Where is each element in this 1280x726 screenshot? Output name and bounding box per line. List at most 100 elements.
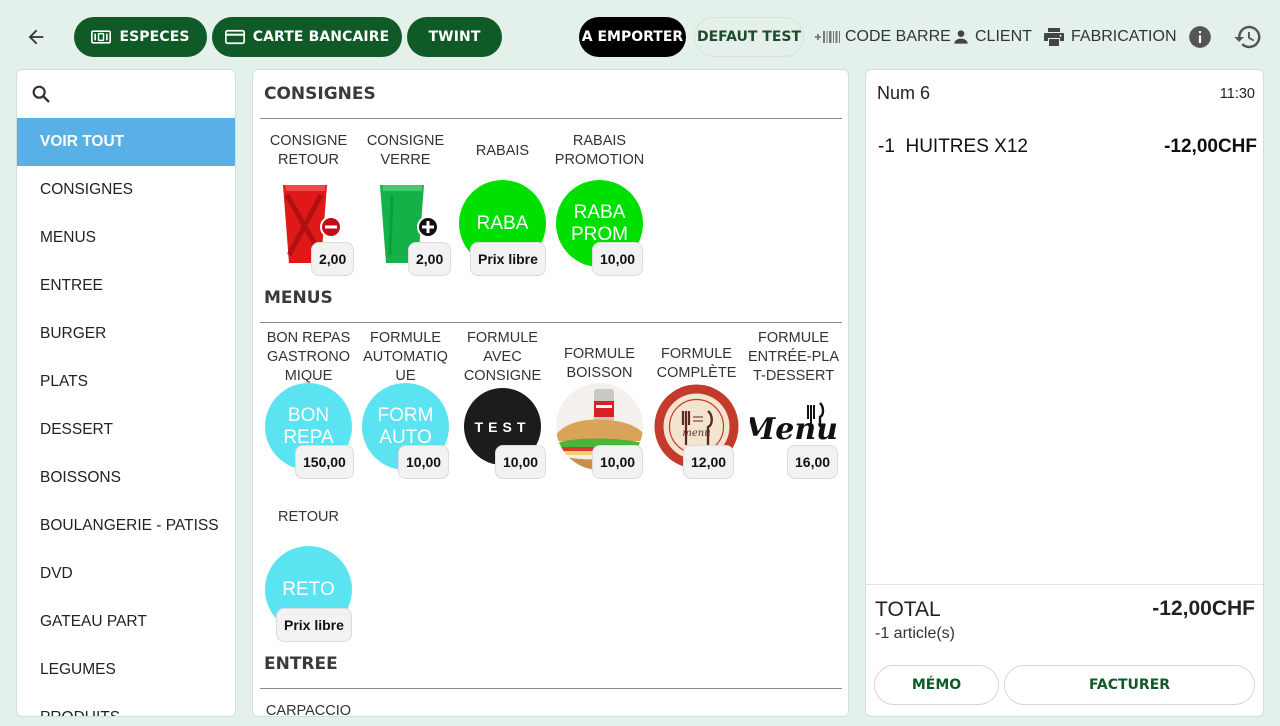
product-name: RABAIS PROMOTION — [554, 133, 645, 168]
memo-button[interactable]: MÉMO — [874, 665, 999, 705]
barcode-label: CODE BARRE — [845, 28, 951, 45]
cash-icon — [91, 30, 112, 44]
product-name: CONSIGNE RETOUR — [269, 133, 348, 168]
history-icon — [1234, 25, 1261, 49]
category-list: VOIR TOUT CONSIGNES MENUS ENTREE BURGER … — [17, 118, 235, 716]
product-name: RETOUR — [278, 509, 339, 525]
product-tile-retour[interactable]: RETOUR RETO Prix libre — [260, 508, 357, 644]
card-payment-label: CARTE BANCAIRE — [252, 29, 390, 45]
section-divider — [260, 118, 842, 119]
barcode-button[interactable]: CODE BARRE — [815, 22, 951, 52]
search-icon — [32, 85, 50, 103]
category-item-gateau-part[interactable]: GATEAU PART — [17, 598, 235, 646]
product-name: FORMULE AUTOMATIQ UE — [363, 330, 448, 384]
product-tile-formule-avec-consigne[interactable]: FORMULE AVEC CONSIGNE TEST 10,00 — [454, 329, 551, 484]
product-tile-consigne-verre[interactable]: CONSIGNE VERRE 2,00 — [357, 132, 454, 282]
ticket-line[interactable]: -1 HUITRES X12 -12,00CHF — [878, 136, 1257, 158]
ticket-line-amount: -12,00CHF — [1164, 136, 1257, 157]
ticket-line-left: -1 HUITRES X12 — [878, 136, 1028, 158]
arrow-back-icon — [28, 29, 44, 45]
card-payment-button[interactable]: CARTE BANCAIRE — [212, 17, 402, 57]
category-item-dvd[interactable]: DVD — [17, 550, 235, 598]
product-tile-formule-entree-plat-dessert[interactable]: FORMULE ENTRÉE-PLA T-DESSERT Menu 16,00 — [745, 329, 842, 484]
cash-payment-button[interactable]: ESPECES — [74, 17, 207, 57]
fabrication-label: FABRICATION — [1071, 28, 1177, 45]
takeaway-mode-button[interactable]: A EMPORTER — [579, 17, 686, 57]
twint-payment-button[interactable]: TWINT — [407, 17, 502, 57]
category-item-boulangerie[interactable]: BOULANGERIE - PATISS — [17, 502, 235, 550]
back-button[interactable] — [18, 19, 54, 55]
info-icon — [1189, 26, 1211, 48]
product-price: 12,00 — [683, 445, 735, 479]
product-price: Prix libre — [276, 608, 352, 642]
product-tile-bon-repas[interactable]: BON REPAS GASTRONO MIQUE BON REPA 150,00 — [260, 329, 357, 484]
section-divider — [260, 688, 842, 689]
product-name: FORMULE AVEC CONSIGNE — [463, 330, 542, 384]
total-label: TOTAL — [875, 598, 941, 621]
top-bar: ESPECES CARTE BANCAIRE TWINT A EMPORTER … — [0, 0, 1280, 70]
product-name: RABAIS — [475, 143, 530, 159]
category-item-voir-tout[interactable]: VOIR TOUT — [17, 118, 235, 166]
ticket-line-qty: -1 — [878, 136, 895, 157]
product-catalog: CONSIGNES CONSIGNE RETOUR 2,00 CONSIGNE … — [252, 69, 849, 717]
product-price: 2,00 — [311, 242, 355, 276]
category-item-entree[interactable]: ENTREE — [17, 262, 235, 310]
total-value: -12,00CHF — [1152, 597, 1255, 620]
category-item-burger[interactable]: BURGER — [17, 310, 235, 358]
fabrication-button[interactable]: FABRICATION — [1041, 22, 1177, 52]
ticket-panel: Num 6 11:30 -1 HUITRES X12 -12,00CHF TOT… — [865, 69, 1264, 717]
person-icon — [954, 30, 968, 44]
section-title-menus: MENUS — [264, 288, 333, 308]
product-price: 10,00 — [592, 445, 644, 479]
product-name: CARPACCIO — [265, 703, 352, 717]
history-button[interactable] — [1232, 21, 1264, 53]
category-item-consignes[interactable]: CONSIGNES — [17, 166, 235, 214]
product-name: FORMULE BOISSON — [564, 346, 635, 381]
product-name: FORMULE COMPLÈTE — [656, 346, 737, 381]
ticket-number: Num 6 — [877, 83, 931, 103]
category-item-plats[interactable]: PLATS — [17, 358, 235, 406]
product-price: 2,00 — [408, 242, 452, 276]
product-price: 10,00 — [398, 445, 450, 479]
product-price: Prix libre — [470, 242, 546, 276]
credit-card-icon — [224, 29, 245, 45]
cash-payment-label: ESPECES — [119, 29, 190, 45]
printer-icon — [1044, 28, 1064, 46]
twint-payment-label: TWINT — [428, 29, 481, 45]
product-tile-formule-automatique[interactable]: FORMULE AUTOMATIQ UE FORM AUTO 10,00 — [357, 329, 454, 484]
category-search[interactable] — [17, 70, 235, 118]
category-item-boissons[interactable]: BOISSONS — [17, 454, 235, 502]
product-tile-formule-complete[interactable]: FORMULE COMPLÈTE menu 12,00 — [648, 329, 745, 484]
product-tile-carpaccio[interactable]: CARPACCIO — [260, 702, 357, 717]
section-divider — [260, 322, 842, 323]
profile-button[interactable]: DEFAUT TEST — [694, 17, 804, 57]
product-name: FORMULE ENTRÉE-PLA T-DESSERT — [747, 330, 840, 384]
barcode-add-icon — [815, 31, 840, 43]
category-item-legumes[interactable]: LEGUMES — [17, 646, 235, 694]
product-name: BON REPAS GASTRONO MIQUE — [266, 330, 351, 384]
ticket-time: 11:30 — [1219, 86, 1255, 102]
category-item-dessert[interactable]: DESSERT — [17, 406, 235, 454]
article-count: -1 article(s) — [875, 625, 956, 642]
menu-script-text: Menu — [750, 412, 837, 447]
menu-plate-text: menu — [682, 428, 710, 439]
section-title-consignes: CONSIGNES — [264, 84, 376, 104]
product-tile-formule-boisson[interactable]: FORMULE BOISSON 10,00 — [551, 329, 648, 484]
product-price: 16,00 — [787, 445, 839, 479]
category-sidebar: VOIR TOUT CONSIGNES MENUS ENTREE BURGER … — [16, 69, 236, 717]
product-price: 150,00 — [295, 445, 354, 479]
product-price: 10,00 — [592, 242, 644, 276]
category-item-produits[interactable]: PRODUITS — [17, 694, 235, 716]
section-title-entree: ENTREE — [264, 654, 338, 674]
category-item-menus[interactable]: MENUS — [17, 214, 235, 262]
product-price: 10,00 — [495, 445, 547, 479]
product-tile-rabais[interactable]: RABAIS RABA Prix libre — [454, 132, 551, 282]
info-button[interactable] — [1184, 21, 1216, 53]
invoice-button[interactable]: FACTURER — [1004, 665, 1255, 705]
product-tile-consigne-retour[interactable]: CONSIGNE RETOUR 2,00 — [260, 132, 357, 282]
product-tile-rabais-promotion[interactable]: RABAIS PROMOTION RABA PROM 10,00 — [551, 132, 648, 282]
ticket-divider — [866, 584, 1263, 585]
product-name: CONSIGNE VERRE — [366, 133, 445, 168]
client-button[interactable]: CLIENT — [951, 22, 1032, 52]
client-label: CLIENT — [975, 28, 1032, 45]
